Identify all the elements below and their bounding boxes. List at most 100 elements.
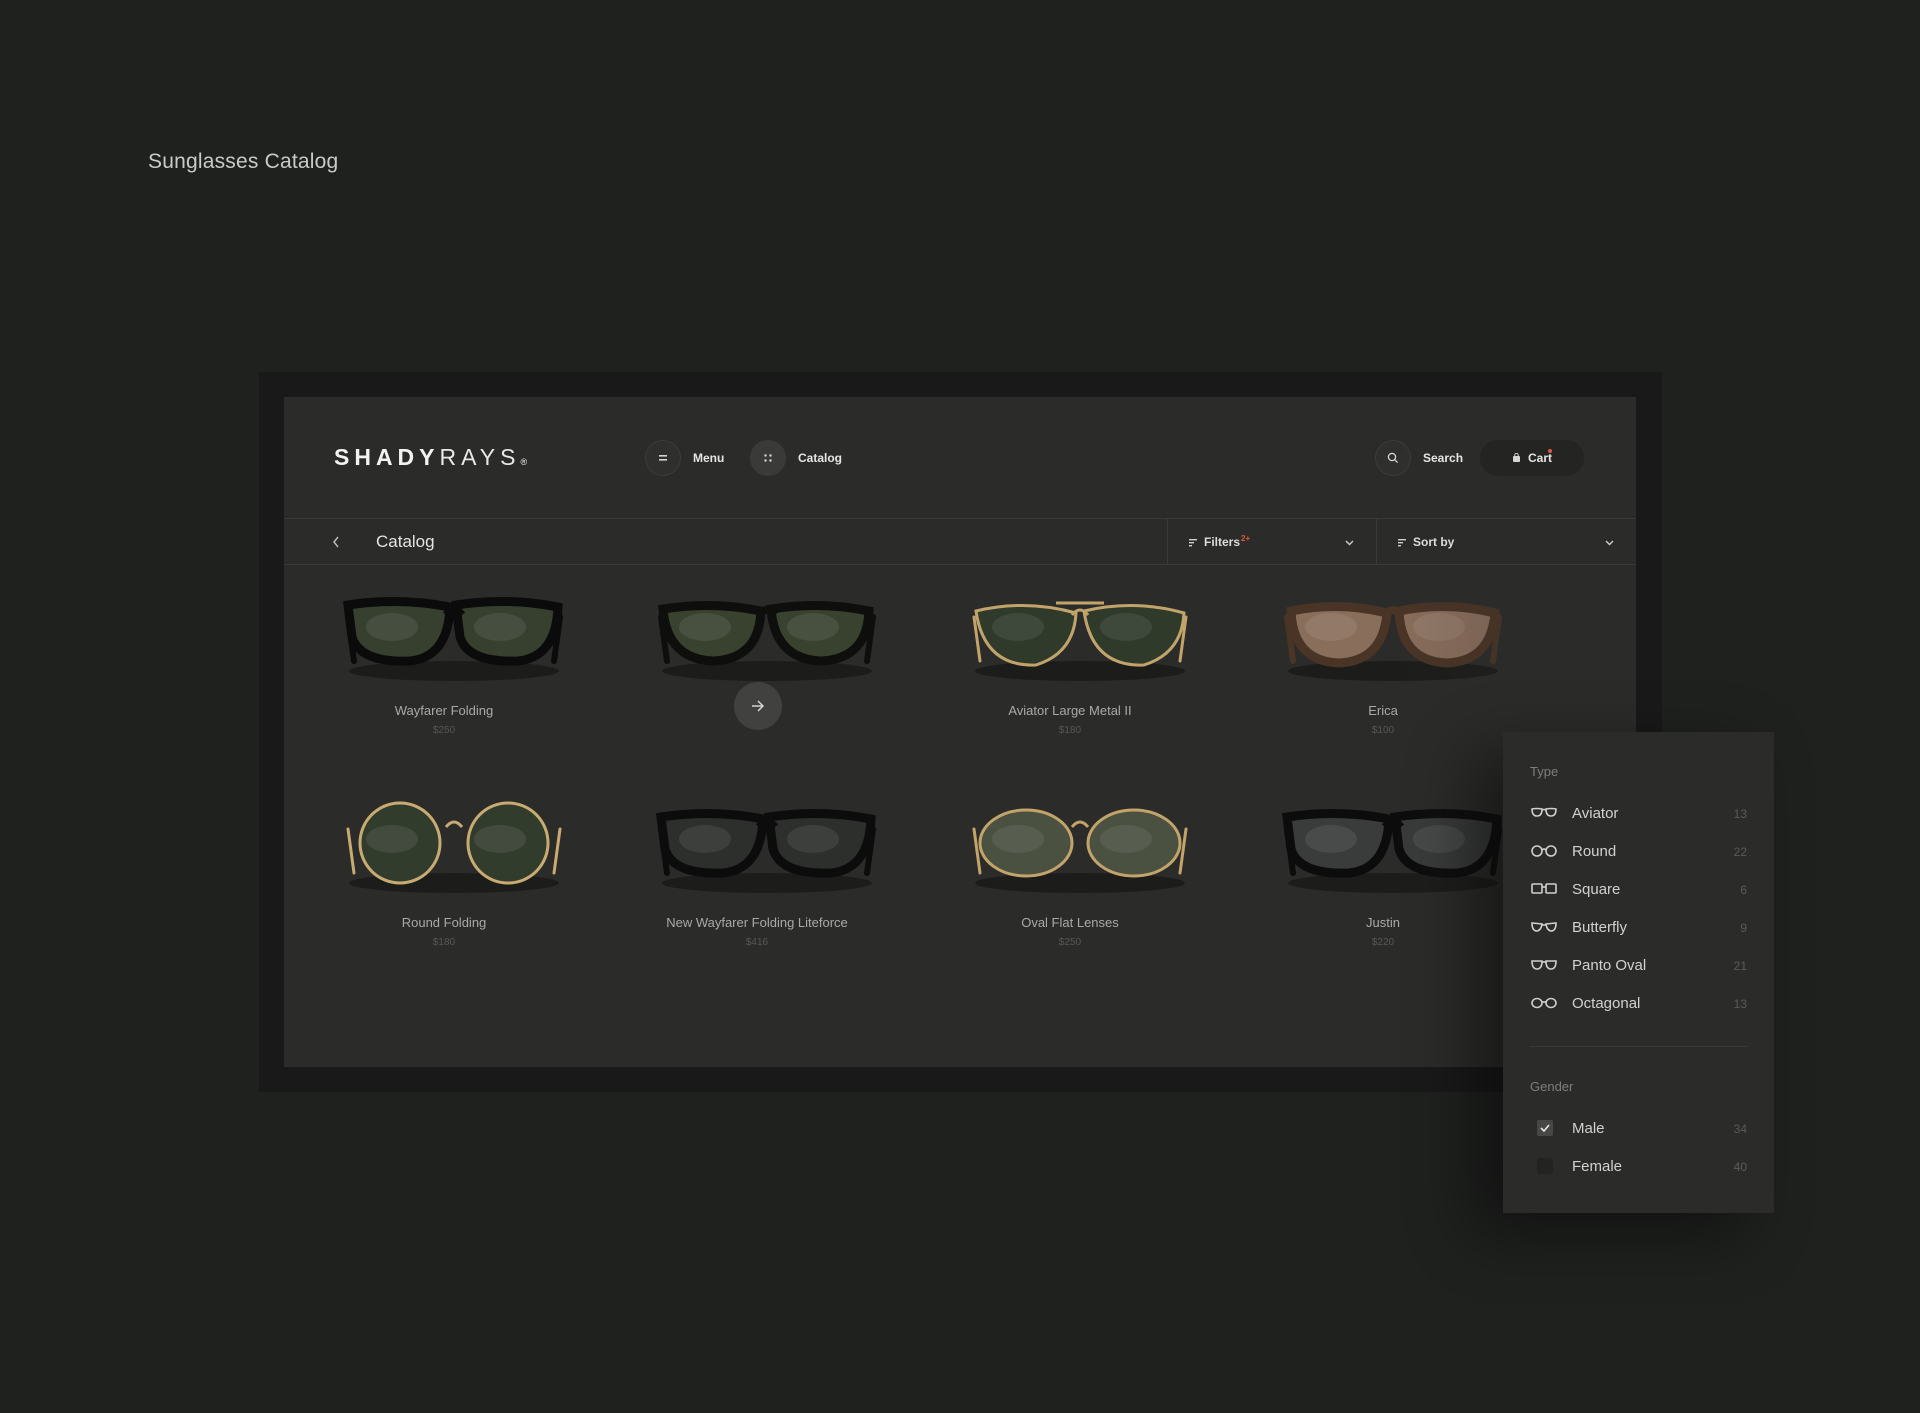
type-option-count: 9: [1740, 921, 1747, 935]
sort-label: Sort by: [1413, 535, 1455, 549]
product-card[interactable]: Wayfarer Folding $250: [294, 585, 594, 775]
type-option-label: Square: [1572, 880, 1621, 898]
sunglasses-image: [972, 808, 1188, 893]
product-card[interactable]: Aviator Large Metal II $180: [920, 585, 1220, 775]
product-price: $180: [432, 937, 456, 948]
butterfly-glasses-icon: [1530, 920, 1560, 934]
sunglasses-image: [1281, 808, 1502, 893]
search-icon: [1375, 440, 1411, 476]
cart-icon: [1512, 453, 1521, 463]
type-option-count: 13: [1733, 997, 1747, 1011]
square-glasses-icon: [1530, 882, 1560, 896]
product-price: $250: [1058, 937, 1082, 948]
check-icon: [1540, 1124, 1550, 1132]
product-price: $180: [1058, 725, 1082, 736]
sunglasses-image: [1284, 602, 1502, 681]
product-card[interactable]: Oval Flat Lenses $250: [920, 797, 1220, 987]
product-name: Round Folding: [401, 915, 487, 930]
menu-label: Menu: [693, 451, 725, 465]
type-option-count: 22: [1733, 845, 1747, 859]
catalog-toolbar: Catalog Filters 2+ Sort by: [284, 519, 1636, 565]
logo-bold: SHADY: [334, 444, 440, 470]
sort-icon: [1397, 538, 1407, 547]
gender-checkbox[interactable]: [1537, 1120, 1553, 1136]
filters-count-badge: 2+: [1241, 533, 1251, 543]
gender-option-count: 34: [1733, 1122, 1747, 1136]
product-price: $416: [745, 937, 769, 948]
type-option-label: Round: [1572, 842, 1617, 860]
menu-icon: [645, 440, 681, 476]
product-name: Justin: [1366, 915, 1400, 930]
product-price: $100: [1371, 725, 1395, 736]
sunglasses-image: [655, 808, 876, 893]
type-filter-option[interactable]: Round 22: [1530, 839, 1747, 863]
gender-option-count: 40: [1733, 1160, 1747, 1174]
filter-icon: [1188, 538, 1198, 547]
type-option-label: Butterfly: [1572, 918, 1628, 936]
sunglasses-image: [972, 601, 1188, 681]
type-option-count: 21: [1733, 959, 1747, 973]
type-filter-option[interactable]: Square 6: [1530, 877, 1747, 901]
logo-light: RAYS: [439, 444, 521, 470]
filters-label: Filters: [1204, 535, 1241, 549]
round-glasses-icon: [1530, 844, 1560, 858]
product-card[interactable]: Justin $220: [1233, 797, 1533, 987]
type-option-label: Aviator: [1572, 804, 1619, 822]
arrow-right-icon: [752, 700, 765, 712]
logo-mark: ®: [520, 457, 528, 467]
app-window: SHADYRAYS® Menu Catalog Search Cart Cata…: [284, 397, 1636, 1067]
cart-button[interactable]: Cart: [1480, 440, 1584, 476]
product-card[interactable]: [607, 585, 907, 775]
catalog-nav-label: Catalog: [798, 451, 843, 465]
type-filter-option[interactable]: Aviator 13: [1530, 801, 1747, 825]
chevron-down-icon: [1605, 535, 1614, 549]
product-card[interactable]: Round Folding $180: [294, 797, 594, 987]
product-name: Erica: [1368, 703, 1398, 718]
type-heading: Type: [1530, 764, 1559, 779]
octagonal-glasses-icon: [1530, 996, 1560, 1010]
type-filter-option[interactable]: Butterfly 9: [1530, 915, 1747, 939]
sunglasses-image: [346, 801, 562, 893]
gender-option-label: Male: [1572, 1119, 1605, 1137]
page-caption: Sunglasses Catalog: [148, 150, 339, 173]
gender-option-label: Female: [1572, 1157, 1623, 1175]
gender-checkbox[interactable]: [1537, 1158, 1553, 1174]
type-option-count: 13: [1733, 807, 1747, 821]
gender-filter-option[interactable]: Female 40: [1530, 1154, 1747, 1178]
cart-notification-dot: [1548, 449, 1552, 453]
product-name: Oval Flat Lenses: [1021, 915, 1119, 930]
aviator-glasses-icon: [1530, 806, 1560, 820]
product-card[interactable]: New Wayfarer Folding Liteforce $416: [607, 797, 907, 987]
logo[interactable]: SHADYRAYS®: [334, 444, 527, 471]
cart-label: Cart: [1527, 451, 1552, 465]
product-card[interactable]: Erica $100: [1233, 585, 1533, 775]
sort-by-dropdown[interactable]: Sort by: [1376, 519, 1636, 565]
search-label: Search: [1423, 451, 1464, 465]
panel-divider: [1530, 1046, 1747, 1047]
filter-panel: Type Aviator 13 Round 22 Square 6 Butterfly 9 Pa…: [1503, 732, 1774, 1213]
sunglasses-image: [658, 600, 876, 681]
gender-filter-option[interactable]: Male 34: [1530, 1116, 1747, 1140]
filters-dropdown[interactable]: Filters 2+: [1167, 519, 1376, 565]
panto-oval-glasses-icon: [1530, 958, 1560, 972]
grid-icon: [750, 440, 786, 476]
chevron-down-icon: [1345, 535, 1354, 549]
gender-heading: Gender: [1530, 1079, 1574, 1094]
header: SHADYRAYS® Menu Catalog Search Cart: [284, 397, 1636, 519]
search-button[interactable]: Search: [1375, 440, 1463, 476]
product-price: $220: [1371, 937, 1395, 948]
product-name: Aviator Large Metal II: [1008, 703, 1132, 718]
type-option-label: Panto Oval: [1572, 956, 1647, 974]
menu-button[interactable]: Menu: [645, 440, 724, 476]
product-price: $250: [432, 725, 456, 736]
back-chevron-icon[interactable]: [326, 532, 346, 552]
page-title: Catalog: [376, 532, 435, 551]
product-name: New Wayfarer Folding Liteforce: [666, 915, 848, 930]
type-filter-option[interactable]: Panto Oval 21: [1530, 953, 1747, 977]
arrow-right-button[interactable]: [734, 682, 782, 730]
sunglasses-image: [342, 596, 563, 681]
product-name: Wayfarer Folding: [394, 703, 494, 718]
catalog-nav-button[interactable]: Catalog: [750, 440, 842, 476]
type-filter-option[interactable]: Octagonal 13: [1530, 991, 1747, 1015]
type-option-label: Octagonal: [1572, 994, 1641, 1012]
